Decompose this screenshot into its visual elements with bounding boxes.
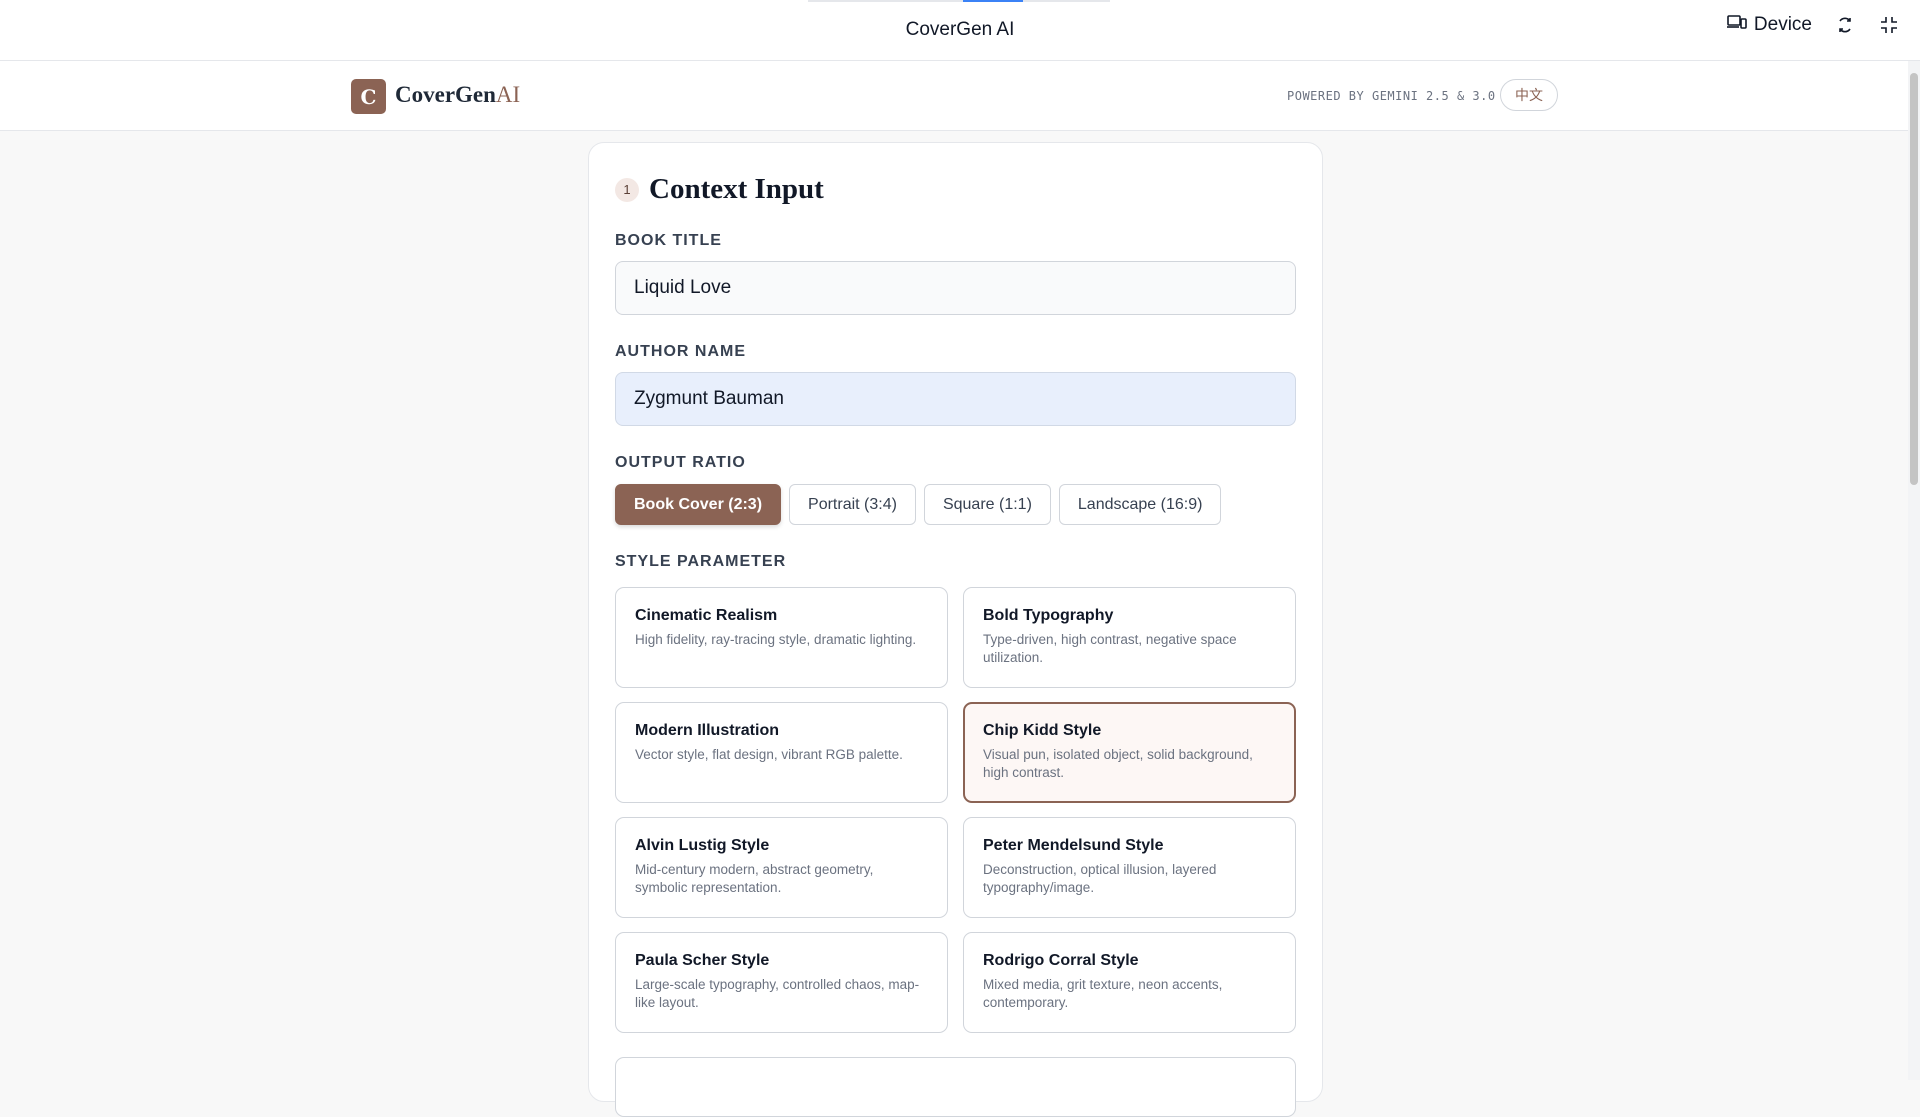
page-scrollbar[interactable] [1908, 61, 1920, 1080]
section-title: Context Input [649, 173, 824, 205]
output-ratio-label: OUTPUT RATIO [615, 454, 746, 471]
ratio-options: Book Cover (2:3) Portrait (3:4) Square (… [615, 484, 1222, 525]
context-input-panel: 1 Context Input BOOK TITLE Liquid Love A… [588, 142, 1323, 1117]
style-description: Large-scale typography, controlled chaos… [635, 977, 920, 1010]
device-icon [1726, 14, 1747, 36]
app-header: C CoverGenAI POWERED BY GEMINI 2.5 & 3.0… [0, 61, 1908, 131]
ratio-square-button[interactable]: Square (1:1) [923, 484, 1051, 525]
next-section-card [615, 1057, 1296, 1117]
style-parameter-label: STYLE PARAMETER [615, 553, 787, 570]
powered-by-text: POWERED BY GEMINI 2.5 & 3.0 [1287, 89, 1496, 103]
active-tab-indicator [963, 0, 1023, 2]
style-description: High fidelity, ray-tracing style, dramat… [635, 632, 917, 647]
device-button[interactable]: Device [1726, 14, 1812, 36]
window-chrome: CoverGen AI Device [0, 0, 1920, 61]
style-name: Bold Typography [983, 607, 1114, 624]
author-name-label: AUTHOR NAME [615, 343, 746, 360]
brand-main: CoverGen [395, 82, 496, 107]
style-name: Modern Illustration [635, 722, 779, 739]
book-title-input[interactable]: Liquid Love [615, 261, 1296, 315]
language-toggle-button[interactable]: 中文 [1500, 79, 1558, 111]
logo-icon: C [351, 79, 386, 114]
style-description: Deconstruction, optical illusion, layere… [983, 862, 1217, 895]
style-name: Chip Kidd Style [983, 722, 1102, 739]
style-card-bold-typography[interactable]: Bold Typography Type-driven, high contra… [963, 587, 1296, 688]
tab-strip[interactable] [808, 0, 1110, 2]
style-description: Visual pun, isolated object, solid backg… [983, 747, 1253, 780]
brand-name: CoverGenAI [395, 82, 520, 108]
scrollbar-thumb[interactable] [1910, 73, 1918, 485]
fullscreen-icon[interactable] [1878, 14, 1900, 36]
ratio-portrait-button[interactable]: Portrait (3:4) [789, 484, 916, 525]
style-card-paula-scher[interactable]: Paula Scher Style Large-scale typography… [615, 932, 948, 1033]
section-header: 1 Context Input [615, 173, 824, 206]
device-label: Device [1753, 14, 1812, 35]
brand-accent: AI [495, 82, 521, 107]
style-card-chip-kidd[interactable]: Chip Kidd Style Visual pun, isolated obj… [963, 702, 1296, 803]
style-description: Mixed media, grit texture, neon accents,… [983, 977, 1223, 1010]
window-title: CoverGen AI [905, 19, 1015, 40]
author-name-input[interactable]: Zygmunt Bauman [615, 372, 1296, 426]
style-options-grid: Cinematic Realism High fidelity, ray-tra… [615, 587, 1296, 1033]
style-description: Type-driven, high contrast, negative spa… [983, 632, 1237, 665]
style-card-cinematic-realism[interactable]: Cinematic Realism High fidelity, ray-tra… [615, 587, 948, 688]
style-card-modern-illustration[interactable]: Modern Illustration Vector style, flat d… [615, 702, 948, 803]
style-name: Alvin Lustig Style [635, 837, 770, 854]
style-name: Rodrigo Corral Style [983, 952, 1139, 969]
rotate-icon[interactable] [1834, 14, 1856, 36]
step-number-badge: 1 [615, 177, 639, 202]
ratio-landscape-button[interactable]: Landscape (16:9) [1058, 484, 1222, 525]
style-name: Paula Scher Style [635, 952, 770, 969]
style-card-rodrigo-corral[interactable]: Rodrigo Corral Style Mixed media, grit t… [963, 932, 1296, 1033]
style-name: Cinematic Realism [635, 607, 778, 624]
style-description: Vector style, flat design, vibrant RGB p… [635, 747, 903, 762]
style-card-peter-mendelsund[interactable]: Peter Mendelsund Style Deconstruction, o… [963, 817, 1296, 918]
book-title-label: BOOK TITLE [615, 232, 722, 249]
style-card-alvin-lustig[interactable]: Alvin Lustig Style Mid-century modern, a… [615, 817, 948, 918]
style-name: Peter Mendelsund Style [983, 837, 1164, 854]
window-actions: Device [1726, 14, 1900, 36]
ratio-book-cover-button[interactable]: Book Cover (2:3) [615, 484, 782, 525]
style-description: Mid-century modern, abstract geometry, s… [635, 862, 874, 895]
